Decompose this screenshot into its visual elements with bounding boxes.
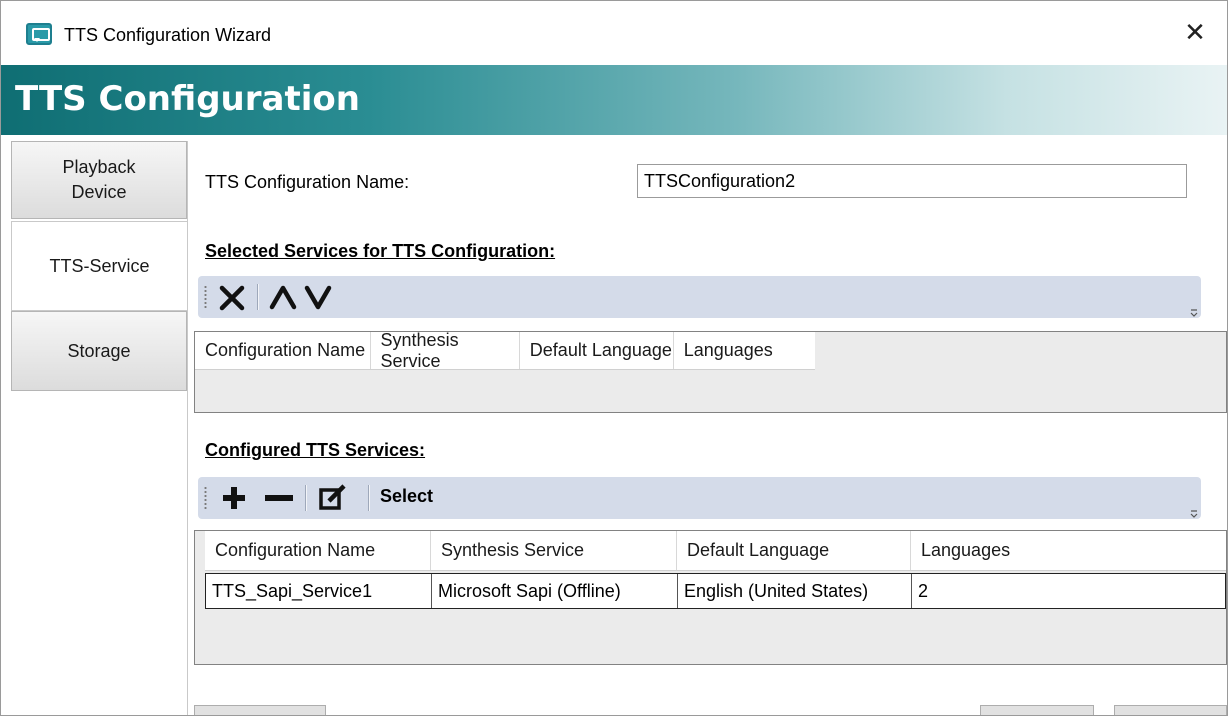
tab-playback-device-label-line1: Playback xyxy=(62,157,136,177)
column-header-configuration-name[interactable]: Configuration Name xyxy=(205,531,431,570)
tab-storage[interactable]: Storage xyxy=(11,311,187,391)
cell-languages[interactable]: 2 xyxy=(912,574,1225,608)
app-chat-icon xyxy=(26,23,52,45)
column-header-configuration-name[interactable]: Configuration Name xyxy=(195,332,371,369)
banner-title: TTS Configuration xyxy=(15,79,360,119)
toolbar-overflow-icon[interactable] xyxy=(1189,503,1199,518)
configuration-name-input[interactable] xyxy=(637,164,1187,198)
close-x-icon[interactable] xyxy=(215,279,249,315)
tab-playback-device[interactable]: Playback Device xyxy=(11,141,187,219)
edit-icon[interactable] xyxy=(316,480,350,516)
toolbar-grip[interactable] xyxy=(204,285,207,309)
toolbar-overflow-icon[interactable] xyxy=(1189,302,1199,317)
column-header-synthesis-service[interactable]: Synthesis Service xyxy=(371,330,520,371)
tab-tts-service[interactable]: TTS-Service xyxy=(11,221,187,311)
toolbar-separator xyxy=(257,284,258,310)
configuration-name-label: TTS Configuration Name: xyxy=(205,172,410,192)
selected-services-toolbar xyxy=(198,276,1201,318)
plus-icon[interactable] xyxy=(217,480,251,516)
finish-button[interactable]: Finish xyxy=(980,705,1094,715)
selected-services-grid: Configuration Name Synthesis Service Def… xyxy=(194,330,1227,413)
tab-playback-device-label-line2: Device xyxy=(71,182,127,202)
table-row[interactable]: TTS_Sapi_Service1 Microsoft Sapi (Offlin… xyxy=(205,573,1226,609)
nav-divider xyxy=(187,141,188,715)
column-header-default-language[interactable]: Default Language xyxy=(677,531,911,570)
header-banner: TTS Configuration xyxy=(1,65,1227,135)
toolbar-grip[interactable] xyxy=(204,486,207,510)
configured-services-grid: Configuration Name Synthesis Service Def… xyxy=(194,530,1227,665)
toolbar-separator xyxy=(368,485,369,511)
select-button[interactable]: Select xyxy=(380,486,433,507)
window-title: TTS Configuration Wizard xyxy=(64,25,272,45)
selected-services-grid-header: Configuration Name Synthesis Service Def… xyxy=(195,330,815,371)
column-header-default-language[interactable]: Default Language xyxy=(520,332,674,369)
cell-synthesis-service[interactable]: Microsoft Sapi (Offline) xyxy=(432,574,678,608)
column-header-languages[interactable]: Languages xyxy=(911,531,1226,570)
back-button[interactable]: Back xyxy=(194,705,326,715)
cell-configuration-name[interactable]: TTS_Sapi_Service1 xyxy=(206,574,432,608)
minus-icon[interactable] xyxy=(262,480,296,516)
cell-default-language[interactable]: English (United States) xyxy=(678,574,912,608)
column-header-languages[interactable]: Languages xyxy=(674,332,815,369)
title-bar: TTS Configuration Wizard ✕ xyxy=(1,1,1227,65)
toolbar-separator xyxy=(305,485,306,511)
configured-services-heading: Configured TTS Services: xyxy=(205,440,426,460)
tab-tts-service-label: TTS-Service xyxy=(49,255,150,276)
configured-services-grid-header: Configuration Name Synthesis Service Def… xyxy=(205,531,1226,571)
selected-services-heading: Selected Services for TTS Configuration: xyxy=(205,241,556,261)
close-button[interactable]: ✕ xyxy=(1181,19,1209,47)
tts-configuration-wizard-window: TTS Configuration Wizard ✕ TTS Configura… xyxy=(0,0,1228,716)
chevron-down-icon[interactable] xyxy=(301,279,335,315)
chevron-up-icon[interactable] xyxy=(266,279,300,315)
next-button[interactable]: Next xyxy=(1114,705,1227,715)
tab-storage-label: Storage xyxy=(67,340,131,361)
configured-services-toolbar: Select xyxy=(198,477,1201,519)
column-header-synthesis-service[interactable]: Synthesis Service xyxy=(431,531,677,570)
